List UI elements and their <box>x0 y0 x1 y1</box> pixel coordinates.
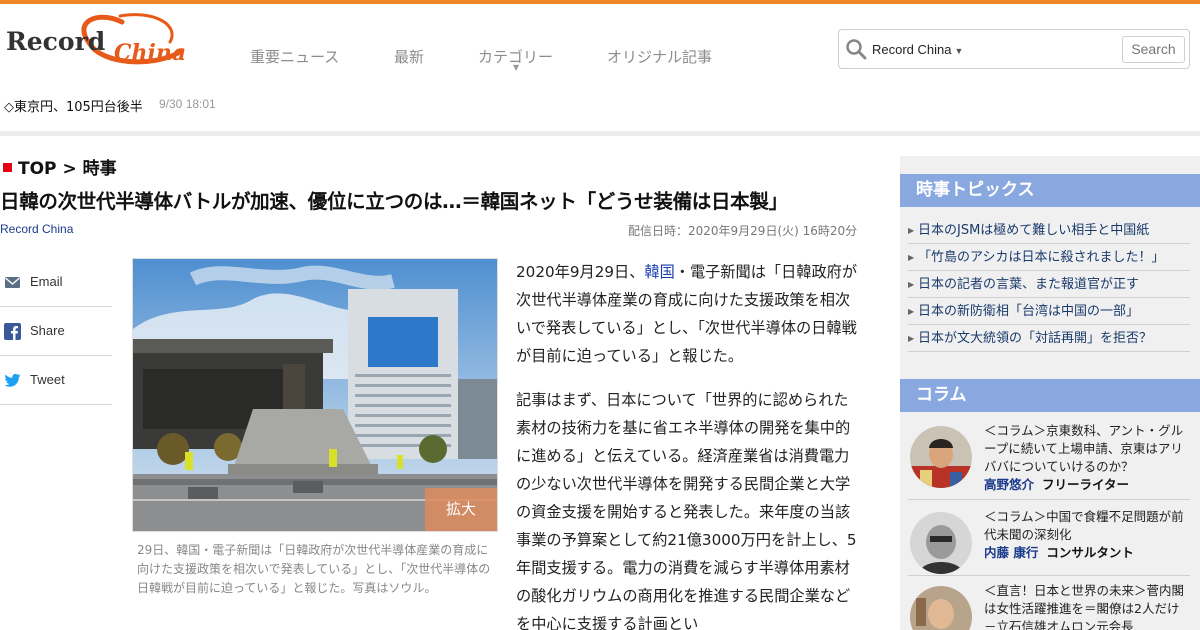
arrow-right-icon: ▶ <box>908 253 915 262</box>
svg-text:Record: Record <box>6 27 105 56</box>
column-heading: コラム <box>900 379 1200 412</box>
author-avatar <box>910 586 972 630</box>
nav-original-articles[interactable]: オリジナル記事 <box>607 46 712 67</box>
article-date: 配信日時：2020年9月29日(火) 16時20分 <box>628 224 858 238</box>
author-avatar <box>910 426 972 488</box>
share-panel: Email Share Tweet <box>0 258 112 405</box>
topics-heading: 時事トピックス <box>900 174 1200 207</box>
breadcrumb: TOP > 時事 <box>3 154 117 179</box>
dropdown-arrow-icon: ▼ <box>954 46 964 56</box>
photo-zoom-button[interactable]: 拡大 <box>425 488 497 531</box>
ticker-time: 9/30 18:01 <box>159 97 216 111</box>
korea-link[interactable]: 韓国 <box>644 263 674 281</box>
article-paragraph: 記事はまず、日本について「世界的に認められた素材の技術力を基に省エネ半導体の開発… <box>516 391 857 630</box>
nav-latest[interactable]: 最新 <box>394 46 424 67</box>
facebook-icon <box>4 323 21 340</box>
twitter-icon <box>4 373 21 387</box>
article-source[interactable]: Record China <box>0 222 73 236</box>
column-title: ＜コラム＞中国で食糧不足問題が前代未聞の深刻化 <box>984 509 1184 542</box>
share-email-button[interactable]: Email <box>0 258 112 307</box>
column-item[interactable]: ＜コラム＞中国で食糧不足問題が前代未聞の深刻化 内藤 康行 コンサルタント <box>908 508 1190 576</box>
topic-item[interactable]: ▶ 日本の新防衛相「台湾は中国の一部」 <box>908 298 1190 325</box>
article-body: 2020年9月29日、韓国・電子新聞は「日韓政府が次世代半導体産業の育成に向けた… <box>516 258 862 630</box>
red-square-icon <box>3 163 12 172</box>
author-avatar <box>910 512 972 574</box>
search-button[interactable]: Search <box>1122 36 1185 63</box>
nav-important-news[interactable]: 重要ニュース <box>250 46 339 67</box>
topic-item[interactable]: ▶ 日本が文大統領の「対話再開」を拒否？ <box>908 325 1190 352</box>
topic-item[interactable]: ▶ 日本の記者の言葉、また報道官が正す <box>908 271 1190 298</box>
column-item[interactable]: ＜コラム＞京東数科、アント・グループに続いて上場申請、京東はアリババについていけ… <box>908 422 1190 500</box>
svg-text:China: China <box>114 40 186 66</box>
breadcrumb-top[interactable]: TOP <box>18 159 57 179</box>
share-email-label: Email <box>30 274 63 289</box>
arrow-right-icon: ▶ <box>908 280 915 289</box>
topic-item[interactable]: ▶ 日本のJSMは極めて難しい相手と中国紙 <box>908 217 1190 244</box>
topic-item[interactable]: ▶ 「竹島のアシカは日本に殺されました！」 <box>908 244 1190 271</box>
search-icon <box>846 39 867 60</box>
arrow-right-icon: ▶ <box>908 334 915 343</box>
share-twitter-button[interactable]: Tweet <box>0 356 112 405</box>
search-box[interactable]: Record China ▼ Search <box>838 29 1190 69</box>
photo-caption: 29日、韓国・電子新聞は「日韓政府が次世代半導体産業の育成に向けた支援政策を相次… <box>137 543 491 595</box>
top-accent-bar <box>0 0 1200 4</box>
article-title: 日韓の次世代半導体バトルが加速、優位に立つのは…＝韓国ネット「どうせ装備は日本製… <box>0 190 788 213</box>
email-icon <box>5 277 20 288</box>
arrow-right-icon: ▶ <box>908 226 915 235</box>
share-facebook-button[interactable]: Share <box>0 307 112 356</box>
article-paragraph: 2020年9月29日、韓国・電子新聞は「日韓政府が次世代半導体産業の育成に向けた… <box>516 263 858 365</box>
chevron-down-icon: ▼ <box>513 63 520 72</box>
column-item[interactable]: ＜直言！日本と世界の未来＞菅内閣は女性活躍推進を＝閣僚は2人だけ－立石信雄オムロ… <box>908 582 1190 630</box>
ticker-text[interactable]: ◇東京円、105円台後半 <box>4 100 143 115</box>
record-china-logo[interactable]: Record China <box>2 12 188 72</box>
column-author: 高野悠介 フリーライター <box>984 477 1130 492</box>
search-site-select[interactable]: Record China ▼ <box>872 42 963 57</box>
breadcrumb-separator: > <box>62 159 77 179</box>
breadcrumb-section[interactable]: 時事 <box>83 159 117 179</box>
share-facebook-label: Share <box>30 323 65 338</box>
column-title: ＜コラム＞京東数科、アント・グループに続いて上場申請、京東はアリババについていけ… <box>984 423 1184 474</box>
sidebar: 時事トピックス ▶ 日本のJSMは極めて難しい相手と中国紙 ▶ 「竹島のアシカは日本… <box>900 156 1200 630</box>
column-title: ＜直言！日本と世界の未来＞菅内閣は女性活躍推進を＝閣僚は2人だけ－立石信雄オムロ… <box>984 583 1185 630</box>
share-twitter-label: Tweet <box>30 372 65 387</box>
column-author: 内藤 康行 コンサルタント <box>984 545 1134 560</box>
news-ticker[interactable]: ◇東京円、105円台後半 9/30 18:01 <box>4 96 216 115</box>
arrow-right-icon: ▶ <box>908 307 915 316</box>
header-divider <box>0 131 1200 136</box>
